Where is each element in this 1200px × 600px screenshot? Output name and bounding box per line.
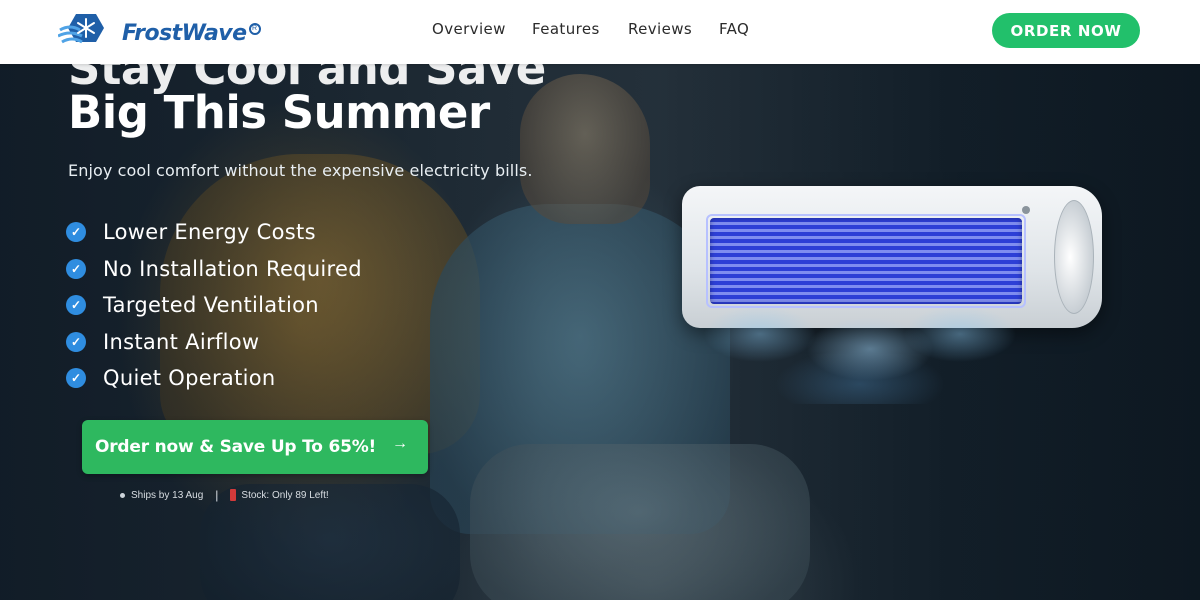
- brand-logo[interactable]: FrostWave R: [57, 8, 261, 54]
- check-circle-icon: ✓: [66, 368, 86, 389]
- feature-label: Quiet Operation: [103, 366, 276, 391]
- cool-airflow-effect: [700, 294, 1030, 404]
- check-circle-icon: ✓: [66, 295, 86, 316]
- stock-alert-icon: [230, 489, 237, 501]
- nav-features[interactable]: Features: [532, 20, 612, 38]
- check-circle-icon: ✓: [66, 258, 86, 279]
- ac-power-button: [1022, 206, 1030, 214]
- feature-list: ✓ Lower Energy Costs ✓ No Installation R…: [66, 214, 362, 397]
- order-save-cta-button[interactable]: Order now & Save Up To 65%! →: [82, 420, 428, 474]
- stock-text: Stock: Only 89 Left!: [241, 489, 329, 501]
- nav-overview[interactable]: Overview: [432, 20, 512, 38]
- check-circle-icon: ✓: [66, 222, 86, 243]
- brand-name: FrostWave: [122, 20, 247, 46]
- registered-mark: R: [248, 23, 261, 35]
- order-now-button[interactable]: ORDER NOW: [992, 13, 1140, 48]
- nav-reviews[interactable]: Reviews: [628, 20, 698, 38]
- feature-item: ✓ Targeted Ventilation: [66, 287, 362, 324]
- arrow-right-icon: →: [392, 435, 408, 452]
- hero-headline-line2: Big This Summer: [68, 86, 490, 139]
- hero-subtitle: Enjoy cool comfort without the expensive…: [68, 161, 533, 180]
- bullet-icon: [120, 492, 125, 498]
- hero-section: Stay Cool and Save Big This Summer Enjoy…: [0, 64, 1200, 600]
- site-header: FrostWave R Overview Features Reviews FA…: [0, 0, 1200, 64]
- feature-item: ✓ Instant Airflow: [66, 324, 362, 361]
- feature-label: Targeted Ventilation: [103, 293, 319, 318]
- shipping-stock-info: Ships by 13 Aug | Stock: Only 89 Left!: [120, 488, 329, 502]
- check-circle-icon: ✓: [66, 331, 86, 352]
- feature-item: ✓ Lower Energy Costs: [66, 214, 362, 251]
- ac-blue-grill: [710, 218, 1022, 304]
- feature-label: Lower Energy Costs: [103, 220, 316, 245]
- meta-separator: |: [215, 488, 219, 502]
- feature-label: Instant Airflow: [103, 329, 260, 354]
- nav-faq[interactable]: FAQ: [719, 20, 759, 38]
- ac-side-fan: [1054, 200, 1094, 314]
- ships-by-text: Ships by 13 Aug: [131, 489, 204, 501]
- feature-label: No Installation Required: [103, 256, 362, 281]
- cta-label: Order now & Save Up To 65%!: [95, 437, 377, 457]
- feature-item: ✓ Quiet Operation: [66, 360, 362, 397]
- feature-item: ✓ No Installation Required: [66, 251, 362, 288]
- snowflake-logo-icon: [57, 8, 116, 54]
